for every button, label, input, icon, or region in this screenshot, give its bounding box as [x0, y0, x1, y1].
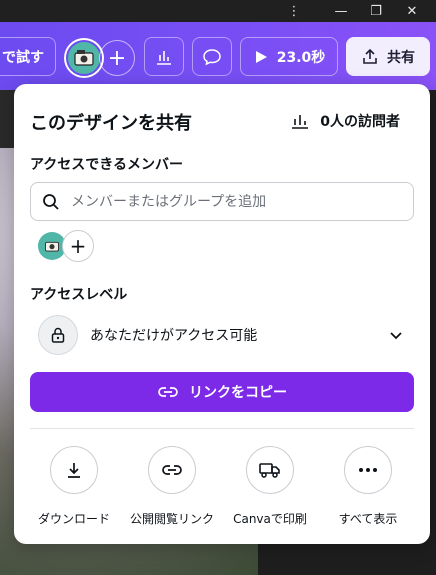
member-search[interactable]: [30, 182, 414, 221]
editor-topbar: で試す + 23.0秒 共有: [0, 22, 436, 90]
download-label: ダウンロード: [37, 512, 110, 526]
minimize-icon[interactable]: —: [323, 0, 359, 22]
bar-chart-icon: [157, 50, 171, 65]
access-level-dropdown[interactable]: あなただけがアクセス可能: [30, 310, 414, 360]
bar-chart-icon: [292, 115, 309, 129]
play-icon: [255, 50, 267, 63]
insights-button[interactable]: [144, 37, 184, 76]
share-panel: このデザインを共有 0人の訪問者 アクセスできるメンバー + アクセスレベル: [14, 84, 430, 544]
present-button[interactable]: 23.0秒: [240, 37, 338, 76]
more-options-icon[interactable]: ⋮: [276, 0, 312, 22]
copy-link-button[interactable]: リンクをコピー: [30, 372, 414, 412]
upload-icon: [363, 48, 377, 64]
divider: [30, 428, 414, 429]
visitors-label: 0人の訪問者: [320, 114, 400, 130]
link-icon: [158, 387, 178, 397]
show-all-action[interactable]: すべて表示: [320, 446, 416, 527]
panel-title: このデザインを共有: [30, 113, 192, 134]
camera-icon: [45, 241, 59, 252]
close-icon[interactable]: ✕: [394, 0, 430, 22]
show-all-label: すべて表示: [338, 512, 398, 526]
share-button[interactable]: 共有: [346, 37, 430, 76]
add-collaborator-button[interactable]: +: [99, 40, 135, 76]
try-button[interactable]: で試す: [0, 37, 56, 76]
add-member-button[interactable]: +: [62, 230, 94, 262]
comment-icon: [203, 48, 221, 65]
avatar-image: [66, 40, 102, 76]
window-titlebar: ⋮ — ❐ ✕: [0, 0, 436, 22]
print-action[interactable]: Canvaで印刷: [222, 446, 318, 527]
access-members-heading: アクセスできるメンバー: [30, 157, 184, 173]
download-action[interactable]: ダウンロード: [26, 446, 122, 527]
search-icon: [43, 193, 59, 210]
link-icon: [148, 446, 196, 494]
copy-link-label: リンクをコピー: [189, 385, 287, 401]
access-level-heading: アクセスレベル: [30, 287, 128, 303]
search-input[interactable]: [71, 193, 391, 210]
public-link-label: 公開閲覧リンク: [129, 512, 214, 526]
comment-button[interactable]: [192, 37, 232, 76]
truck-icon: [246, 446, 294, 494]
share-label: 共有: [387, 49, 415, 66]
visitors-button[interactable]: 0人の訪問者: [290, 111, 400, 131]
chevron-down-icon: [390, 332, 402, 340]
more-icon: [344, 446, 392, 494]
restore-icon[interactable]: ❐: [358, 0, 394, 22]
print-label: Canvaで印刷: [233, 512, 307, 526]
access-level-value: あなただけがアクセス可能: [90, 328, 258, 344]
download-icon: [50, 446, 98, 494]
present-duration: 23.0秒: [276, 49, 326, 66]
camera-icon: [74, 50, 94, 66]
lock-icon: [38, 315, 78, 355]
public-link-action[interactable]: 公開閲覧リンク: [124, 446, 220, 527]
user-avatar[interactable]: [64, 38, 104, 78]
